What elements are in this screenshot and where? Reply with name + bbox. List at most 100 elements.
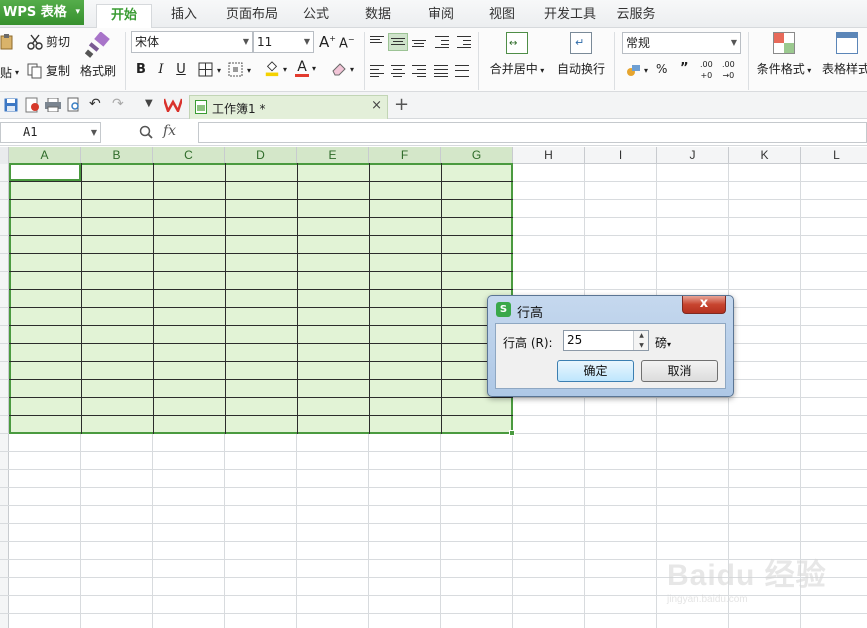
tab-cloud-service[interactable]: 云服务 <box>612 4 660 28</box>
chevron-down-icon: ▾ <box>312 63 317 73</box>
ribbon-separator <box>614 32 615 90</box>
print-preview-icon[interactable] <box>67 97 81 113</box>
currency-button[interactable]: ▾ <box>625 62 648 78</box>
clear-format-button[interactable]: ▾ <box>331 61 354 77</box>
merge-center-button[interactable]: ↔ 合并居中 ▾ <box>486 32 548 77</box>
chevron-down-icon: ▾ <box>350 64 355 74</box>
customize-toolbar-icon[interactable]: ▼ <box>145 98 153 109</box>
borders-button[interactable]: ▾ <box>198 62 221 78</box>
tab-home[interactable]: 开始 <box>96 4 152 28</box>
bold-button[interactable]: B <box>132 61 150 79</box>
decrease-decimal-button[interactable]: .00 →0 <box>722 61 735 80</box>
copy-label: 复制 <box>46 64 71 78</box>
unit-dropdown[interactable]: 磅▾ <box>655 334 671 351</box>
table-style-button[interactable]: 表格样式 <box>822 32 867 77</box>
print-icon[interactable] <box>45 98 61 112</box>
dialog-title: 行高 <box>517 306 544 321</box>
export-pdf-icon[interactable] <box>25 97 41 113</box>
close-tab-icon[interactable]: × <box>371 98 382 113</box>
cell-fill-grid-icon <box>228 62 243 77</box>
column-header-f[interactable]: F <box>369 147 441 164</box>
justify-button[interactable] <box>432 63 450 79</box>
percent-button[interactable]: % <box>656 62 667 76</box>
increase-font-icon: A+ <box>319 33 336 51</box>
name-box[interactable]: A1 ▼ <box>0 122 101 143</box>
fill-handle[interactable] <box>509 430 515 436</box>
spin-up-icon[interactable]: ▲ <box>634 331 649 340</box>
ok-button[interactable]: 确定 <box>557 360 634 382</box>
format-painter-button[interactable]: 格式刷 <box>78 32 118 79</box>
document-tab[interactable]: 工作簿1 * × <box>189 95 388 119</box>
quick-access-toolbar: ↶ ↷ ▼ 工作簿1 * × + <box>0 92 867 119</box>
tab-formulas[interactable]: 公式 <box>294 4 338 28</box>
cell-style-button[interactable]: ▾ <box>228 62 251 78</box>
column-header-j[interactable]: J <box>657 147 729 164</box>
app-menu-button[interactable]: WPS 表格 ▾ <box>0 0 84 25</box>
align-right-button[interactable] <box>410 63 428 79</box>
conditional-format-button[interactable]: 条件格式 ▾ <box>753 32 815 77</box>
table-style-label: 表格样式 <box>822 62 867 76</box>
column-header-g[interactable]: G <box>441 147 513 164</box>
paste-dropdown[interactable]: 贴 ▾ <box>0 64 19 81</box>
close-button[interactable]: x <box>682 296 726 314</box>
paste-button[interactable] <box>0 34 16 50</box>
fill-color-button[interactable]: ▾ <box>264 61 287 77</box>
conditional-format-icon <box>773 32 795 54</box>
cancel-button[interactable]: 取消 <box>641 360 718 382</box>
new-tab-button[interactable]: + <box>394 94 409 115</box>
font-color-button[interactable]: A ▾ <box>295 59 316 77</box>
align-top-button[interactable] <box>368 34 386 50</box>
distributed-align-button[interactable] <box>453 63 471 79</box>
spin-down-icon[interactable]: ▼ <box>634 341 649 350</box>
zoom-search-icon[interactable] <box>139 125 153 139</box>
tab-review[interactable]: 审阅 <box>419 4 463 28</box>
tab-developer[interactable]: 开发工具 <box>540 4 600 28</box>
font-name-select[interactable]: 宋体 ▼ <box>131 31 253 53</box>
cut-button[interactable]: 剪切 <box>27 33 70 50</box>
chevron-down-icon: ▾ <box>247 65 252 75</box>
tab-data[interactable]: 数据 <box>356 4 400 28</box>
active-cell[interactable] <box>9 163 81 181</box>
column-header-c[interactable]: C <box>153 147 225 164</box>
number-format-value: 常规 <box>626 36 651 50</box>
increase-font-button[interactable]: A+ <box>319 33 336 51</box>
column-header-h[interactable]: H <box>513 147 585 164</box>
column-header-e[interactable]: E <box>297 147 369 164</box>
function-wizard-button[interactable]: fx <box>163 123 176 139</box>
align-left-button[interactable] <box>368 63 386 79</box>
selected-range[interactable] <box>9 163 513 434</box>
unit-label: 磅 <box>655 336 668 350</box>
arrow-right-icon: →0 <box>722 71 735 80</box>
align-bottom-button[interactable] <box>410 34 428 50</box>
save-icon[interactable] <box>4 98 18 112</box>
select-all-corner[interactable] <box>0 147 9 164</box>
underline-button[interactable]: U <box>172 61 190 79</box>
tab-view[interactable]: 视图 <box>480 4 524 28</box>
decrease-font-button[interactable]: A− <box>339 35 355 51</box>
wrap-text-button[interactable]: ↵ 自动换行 <box>555 32 607 77</box>
column-header-i[interactable]: I <box>585 147 657 164</box>
formula-input[interactable] <box>198 122 867 143</box>
number-format-select[interactable]: 常规 ▼ <box>622 32 741 54</box>
column-header-a[interactable]: A <box>9 147 81 164</box>
comma-button[interactable]: ” <box>680 61 689 76</box>
column-header-d[interactable]: D <box>225 147 297 164</box>
align-center-button[interactable] <box>389 63 407 79</box>
redo-icon[interactable]: ↷ <box>112 96 124 112</box>
font-size-select[interactable]: 11 ▼ <box>253 31 314 53</box>
decrease-indent-button[interactable] <box>433 34 451 50</box>
align-middle-button[interactable] <box>388 33 408 51</box>
column-header-k[interactable]: K <box>729 147 801 164</box>
tab-page-layout[interactable]: 页面布局 <box>222 4 282 28</box>
borders-icon <box>198 62 213 77</box>
row-height-spinner[interactable]: ▲ ▼ <box>633 331 648 350</box>
copy-button[interactable]: 复制 <box>27 62 70 79</box>
tab-insert[interactable]: 插入 <box>160 4 208 28</box>
undo-icon[interactable]: ↶ <box>89 96 101 112</box>
increase-decimal-button[interactable]: .00 +0 <box>700 61 713 80</box>
column-header-b[interactable]: B <box>81 147 153 164</box>
italic-button[interactable]: I <box>152 61 170 79</box>
increase-indent-button[interactable] <box>455 34 473 50</box>
column-header-l[interactable]: L <box>801 147 867 164</box>
ribbon-home: 贴 ▾ 剪切 复制 格式刷 宋体 ▼ 11 ▼ A+ A− B I U ▾ ▾ … <box>0 28 867 92</box>
